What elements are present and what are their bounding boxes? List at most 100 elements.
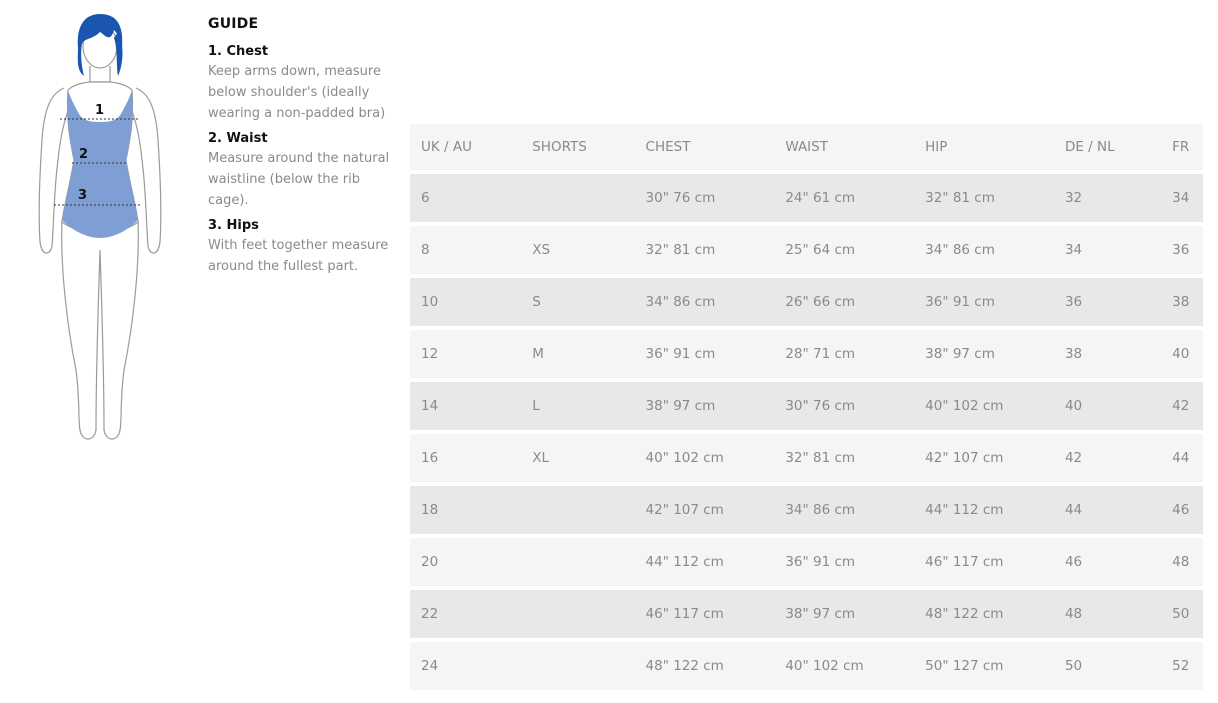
legs — [61, 219, 139, 440]
cell-uk-au: 10 — [421, 294, 439, 310]
cell-shorts — [521, 486, 634, 534]
table-row: 16 XL 40" 102 cm 32" 81 cm 42" 107 cm 42 44 — [410, 434, 1203, 482]
cell-fr: 50 — [1172, 606, 1190, 622]
table-body: 6 30" 76 cm 24" 61 cm 32" 81 cm 32 34 8 XS 32" 8… — [410, 174, 1203, 690]
hip-marker: 3 — [78, 188, 87, 203]
cell-de-nl: 44 — [1064, 502, 1083, 518]
cell-fr: 38 — [1172, 294, 1190, 310]
cell-hip: 46" 117 cm — [925, 554, 1004, 570]
guide-item-title: 1. Chest — [208, 44, 269, 59]
cell-hip: 50" 127 cm — [925, 658, 1004, 674]
table-row: 12 M 36" 91 cm 28" 71 cm 38" 97 cm 38 40 — [410, 330, 1203, 378]
cell-de-nl: 36 — [1064, 294, 1083, 310]
table-row: 24 48" 122 cm 40" 102 cm 50" 127 cm 50 52 — [410, 642, 1203, 690]
cell-shorts: XS — [532, 242, 551, 258]
guide-item-text: Measure around the natural waistline (be… — [208, 151, 390, 208]
cell-hip: 42" 107 cm — [925, 450, 1004, 466]
cell-waist: 25" 64 cm — [785, 242, 856, 258]
header-waist: WAIST — [785, 139, 828, 155]
cell-chest: 42" 107 cm — [645, 502, 724, 518]
header-fr: FR — [1172, 139, 1190, 155]
cell-fr: 46 — [1172, 502, 1190, 518]
guide-item-title: 3. Hips — [208, 218, 259, 233]
cell-shorts — [521, 174, 634, 222]
guide-item-waist: 2. Waist Measure around the natural wais… — [208, 131, 398, 211]
table-row: 8 XS 32" 81 cm 25" 64 cm 34" 86 cm 34 36 — [410, 226, 1203, 274]
table-row: 6 30" 76 cm 24" 61 cm 32" 81 cm 32 34 — [410, 174, 1203, 222]
guide-item-text: Keep arms down, measure below shoulder's… — [208, 64, 386, 121]
cell-de-nl: 34 — [1064, 242, 1083, 258]
cell-shorts — [521, 642, 634, 690]
cell-de-nl: 48 — [1064, 606, 1083, 622]
header-de-nl: DE / NL — [1064, 139, 1115, 155]
chest-marker: 1 — [95, 103, 104, 118]
cell-waist: 24" 61 cm — [785, 190, 856, 206]
cell-waist: 40" 102 cm — [785, 658, 864, 674]
cell-uk-au: 24 — [421, 658, 439, 674]
cell-hip: 34" 86 cm — [925, 242, 995, 258]
cell-fr: 44 — [1172, 450, 1190, 466]
cell-chest: 44" 112 cm — [645, 554, 724, 570]
cell-shorts: M — [532, 346, 544, 362]
cell-hip: 40" 102 cm — [925, 398, 1004, 414]
guide-item-hips: 3. Hips With feet together measure aroun… — [208, 218, 398, 277]
cell-shorts — [521, 590, 634, 638]
cell-chest: 36" 91 cm — [645, 346, 716, 362]
cell-chest: 34" 86 cm — [645, 294, 716, 310]
cell-waist: 38" 97 cm — [785, 606, 856, 622]
cell-waist: 34" 86 cm — [785, 502, 856, 518]
cell-hip: 38" 97 cm — [925, 346, 995, 362]
cell-chest: 46" 117 cm — [645, 606, 724, 622]
cell-uk-au: 8 — [421, 242, 430, 258]
cell-uk-au: 12 — [421, 346, 439, 362]
cell-uk-au: 20 — [421, 554, 439, 570]
cell-fr: 42 — [1172, 398, 1190, 414]
waist-marker: 2 — [79, 147, 88, 162]
cell-uk-au: 18 — [421, 502, 439, 518]
guide-item-chest: 1. Chest Keep arms down, measure below s… — [208, 44, 398, 124]
table-row: 18 42" 107 cm 34" 86 cm 44" 112 cm 44 46 — [410, 486, 1203, 534]
cell-uk-au: 16 — [421, 450, 439, 466]
table-row: 10 S 34" 86 cm 26" 66 cm 36" 91 cm 36 38 — [410, 278, 1203, 326]
cell-hip: 44" 112 cm — [925, 502, 1004, 518]
cell-waist: 30" 76 cm — [785, 398, 856, 414]
cell-fr: 34 — [1172, 190, 1190, 206]
measurement-guide: GUIDE 1. Chest Keep arms down, measure b… — [208, 16, 398, 284]
cell-hip: 32" 81 cm — [925, 190, 995, 206]
header-hip: HIP — [925, 139, 948, 155]
table-row: 20 44" 112 cm 36" 91 cm 46" 117 cm 46 48 — [410, 538, 1203, 586]
cell-waist: 32" 81 cm — [785, 450, 856, 466]
cell-chest: 38" 97 cm — [645, 398, 716, 414]
cell-uk-au: 14 — [421, 398, 439, 414]
cell-fr: 48 — [1172, 554, 1190, 570]
header-uk-au: UK / AU — [421, 139, 472, 155]
cell-de-nl: 46 — [1064, 554, 1083, 570]
cell-hip: 48" 122 cm — [925, 606, 1004, 622]
cell-de-nl: 42 — [1064, 450, 1083, 466]
header-chest: CHEST — [645, 139, 691, 155]
size-chart-table: UK / AU SHORTS CHEST WAIST HIP DE / NL F… — [410, 120, 1203, 694]
cell-chest: 30" 76 cm — [645, 190, 716, 206]
table-row: 14 L 38" 97 cm 30" 76 cm 40" 102 cm 40 42 — [410, 382, 1203, 430]
guide-item-title: 2. Waist — [208, 131, 268, 146]
cell-de-nl: 50 — [1064, 658, 1083, 674]
table-row: 22 46" 117 cm 38" 97 cm 48" 122 cm 48 50 — [410, 590, 1203, 638]
cell-de-nl: 32 — [1064, 190, 1083, 206]
header-shorts: SHORTS — [532, 139, 587, 155]
table-header-row: UK / AU SHORTS CHEST WAIST HIP DE / NL F… — [410, 124, 1203, 170]
cell-uk-au: 22 — [421, 606, 439, 622]
cell-de-nl: 40 — [1064, 398, 1083, 414]
cell-uk-au: 6 — [421, 190, 430, 206]
guide-title: GUIDE — [208, 16, 259, 32]
cell-fr: 40 — [1172, 346, 1190, 362]
cell-hip: 36" 91 cm — [925, 294, 995, 310]
cell-fr: 52 — [1172, 658, 1190, 674]
cell-waist: 36" 91 cm — [785, 554, 856, 570]
cell-shorts: XL — [532, 450, 550, 466]
guide-item-text: With feet together measure around the fu… — [208, 238, 389, 274]
cell-chest: 32" 81 cm — [645, 242, 716, 258]
body-measurement-figure: 1 2 3 — [38, 14, 162, 440]
cell-waist: 28" 71 cm — [785, 346, 856, 362]
cell-shorts: L — [532, 398, 540, 414]
cell-shorts — [521, 538, 634, 586]
